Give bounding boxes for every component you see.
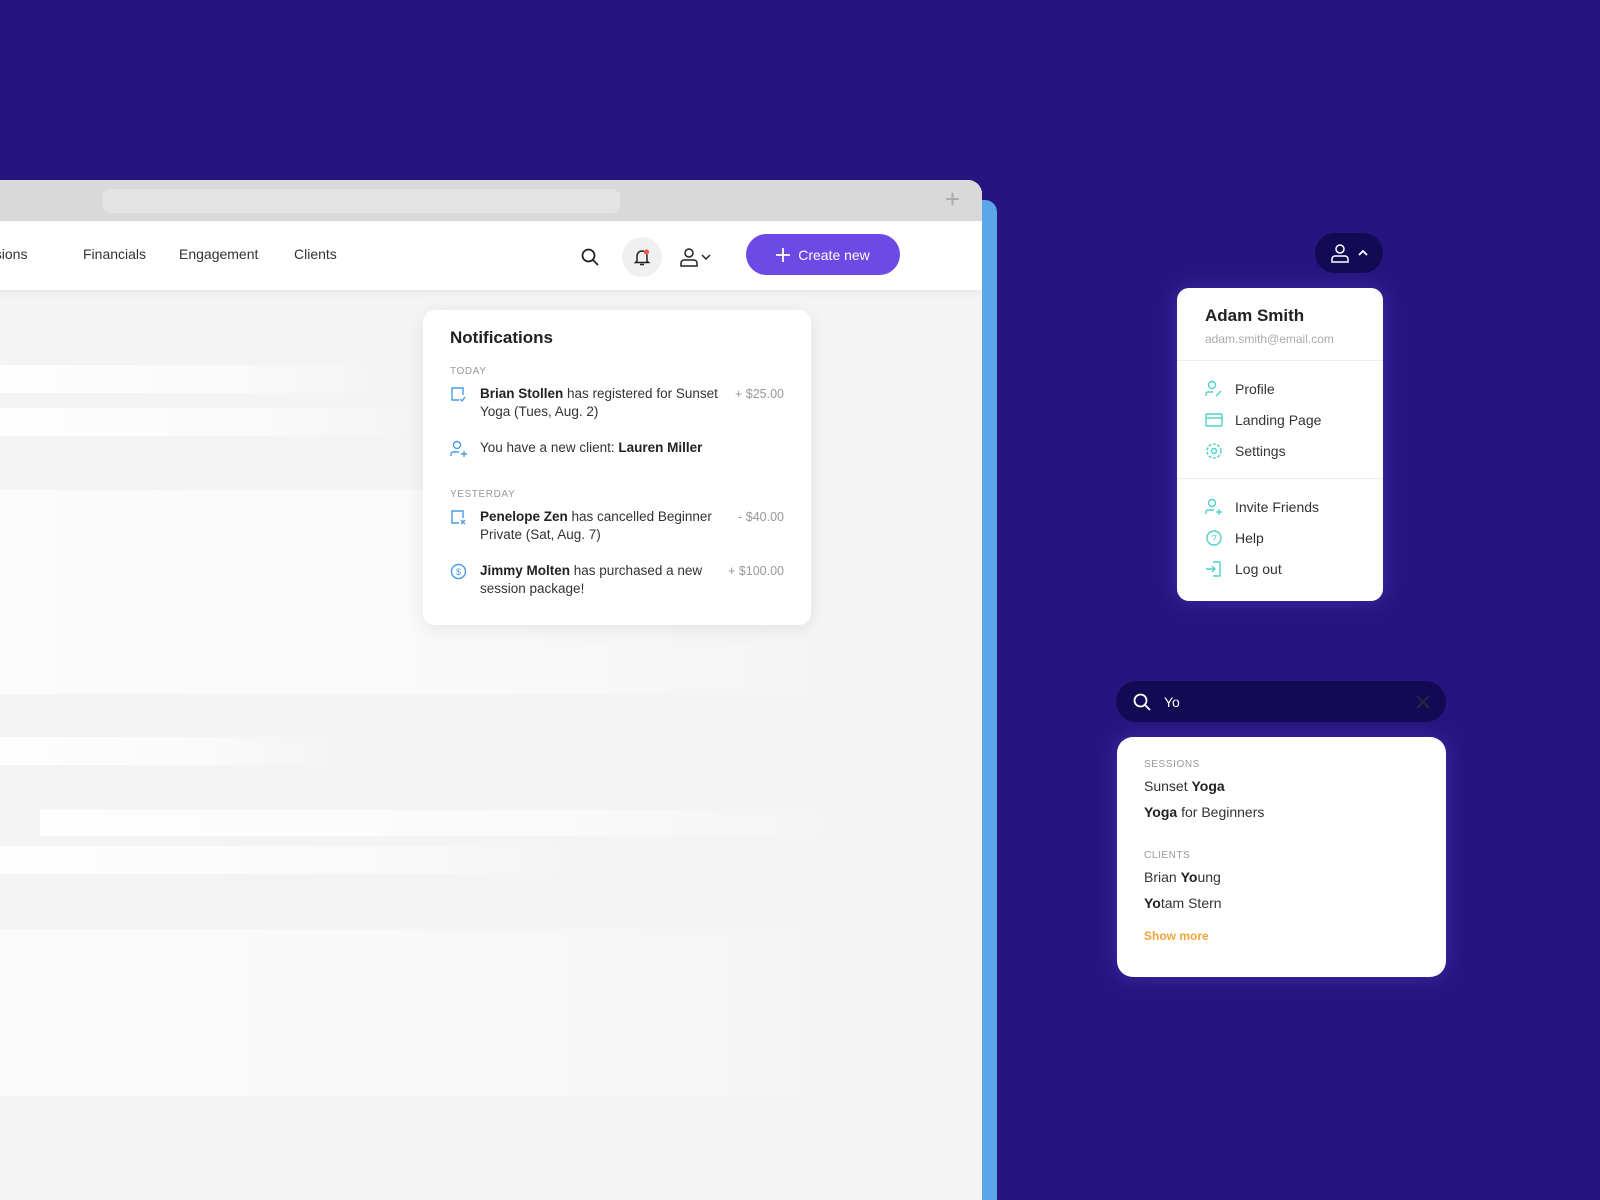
result-text: Sunset	[1144, 778, 1192, 794]
client-name: Penelope Zen	[480, 509, 568, 524]
browser-window-icon	[1205, 412, 1223, 427]
notification-item[interactable]: $ Jimmy Molten has purchased a new sessi…	[450, 562, 784, 598]
result-item[interactable]: Brian Young	[1144, 869, 1419, 885]
result-match: Yoga	[1144, 804, 1178, 820]
result-match: Yo	[1180, 869, 1198, 885]
skeleton-bar	[0, 737, 340, 765]
notifications-button[interactable]	[622, 237, 662, 277]
user-edit-icon	[1205, 380, 1222, 396]
notification-amount: + $25.00	[734, 387, 784, 401]
notification-amount: + $100.00	[728, 564, 784, 578]
user-menu-toggle[interactable]	[1315, 233, 1383, 273]
show-more-link[interactable]: Show more	[1144, 929, 1419, 943]
notification-item[interactable]: You have a new client: Lauren Miller	[450, 439, 784, 463]
notification-amount: - $40.00	[738, 510, 784, 524]
client-name: Lauren Miller	[618, 440, 703, 455]
result-text: ung	[1197, 869, 1221, 885]
menu-label: Invite Friends	[1235, 498, 1320, 515]
nav-engagement[interactable]: Engagement	[179, 246, 258, 262]
result-item[interactable]: Sunset Yoga	[1144, 778, 1419, 794]
gear-icon	[1206, 442, 1222, 459]
user-plus-icon	[450, 439, 468, 463]
search-input[interactable]: Yo	[1116, 681, 1446, 722]
close-icon[interactable]	[1416, 694, 1430, 709]
user-email: adam.smith@email.com	[1205, 332, 1334, 346]
sessions-label: SESSIONS	[1144, 759, 1200, 770]
menu-label: Help	[1235, 529, 1264, 546]
skeleton-bar	[0, 408, 420, 436]
notification-text: You have a new client:	[480, 440, 619, 455]
chevron-up-icon	[1358, 249, 1368, 256]
help-circle-icon: ?	[1206, 529, 1222, 546]
menu-item-profile[interactable]: Profile	[1177, 373, 1383, 404]
tab-bar: +	[0, 180, 982, 221]
user-icon	[1331, 244, 1349, 263]
log-out-icon	[1206, 560, 1221, 577]
create-new-button[interactable]: Create new	[746, 234, 900, 275]
section-yesterday: YESTERDAY	[450, 489, 516, 500]
nav-financials[interactable]: Financials	[83, 246, 146, 262]
result-item[interactable]: Yotam Stern	[1144, 895, 1419, 911]
svg-text:$: $	[456, 567, 461, 577]
nav-clients[interactable]: Clients	[294, 246, 337, 262]
url-bar[interactable]	[102, 189, 620, 213]
notifications-panel: Notifications TODAY Brian Stollen has re…	[423, 310, 811, 625]
new-tab-plus-icon[interactable]: +	[945, 184, 960, 215]
section-today: TODAY	[450, 366, 487, 377]
menu-label: Log out	[1235, 560, 1282, 577]
user-plus-icon	[1205, 498, 1222, 515]
bell-icon	[633, 249, 651, 266]
search-value: Yo	[1164, 693, 1180, 710]
top-nav: essions Financials Engagement Clients Cr…	[0, 221, 982, 290]
search-results: SESSIONS Sunset Yoga Yoga for Beginners …	[1117, 737, 1446, 977]
dollar-circle-icon: $	[450, 562, 468, 598]
skeleton-bar	[0, 846, 580, 874]
result-text: Brian	[1144, 869, 1181, 885]
menu-item-settings[interactable]: Settings	[1177, 435, 1383, 466]
calendar-check-icon	[450, 385, 468, 421]
menu-item-invite-friends[interactable]: Invite Friends	[1177, 491, 1383, 522]
calendar-x-icon	[450, 508, 468, 544]
notification-item[interactable]: Brian Stollen has registered for Sunset …	[450, 385, 784, 421]
result-text: for Beginners	[1177, 804, 1265, 820]
menu-item-landing-page[interactable]: Landing Page	[1177, 404, 1383, 435]
skeleton-bar	[40, 810, 850, 836]
search-icon	[581, 248, 599, 266]
client-name: Brian Stollen	[480, 386, 564, 401]
menu-item-log-out[interactable]: Log out	[1177, 553, 1383, 584]
notifications-title: Notifications	[450, 328, 553, 347]
user-name: Adam Smith	[1205, 306, 1305, 325]
client-name: Jimmy Molten	[480, 563, 571, 578]
result-match: Yo	[1144, 895, 1161, 911]
skeleton-bar	[0, 365, 380, 393]
search-button[interactable]	[570, 237, 610, 277]
menu-label: Profile	[1235, 380, 1275, 397]
nav-sessions[interactable]: essions	[0, 246, 27, 262]
menu-label: Settings	[1235, 442, 1286, 459]
skeleton-block	[0, 929, 850, 1096]
user-icon	[680, 248, 698, 267]
user-dropdown-menu: Adam Smith adam.smith@email.com Profile …	[1177, 288, 1383, 601]
create-new-label: Create new	[798, 246, 870, 263]
result-text: tam Stern	[1160, 895, 1222, 911]
result-match: Yoga	[1191, 778, 1225, 794]
chevron-down-icon	[701, 254, 711, 261]
svg-text:?: ?	[1211, 533, 1216, 543]
menu-item-help[interactable]: ? Help	[1177, 522, 1383, 553]
clients-label: CLIENTS	[1144, 850, 1191, 861]
menu-label: Landing Page	[1235, 411, 1322, 428]
user-menu-button[interactable]	[670, 237, 720, 277]
result-item[interactable]: Yoga for Beginners	[1144, 804, 1419, 820]
plus-icon	[776, 247, 791, 262]
search-icon	[1133, 693, 1151, 711]
notification-item[interactable]: Penelope Zen has cancelled Beginner Priv…	[450, 508, 784, 544]
